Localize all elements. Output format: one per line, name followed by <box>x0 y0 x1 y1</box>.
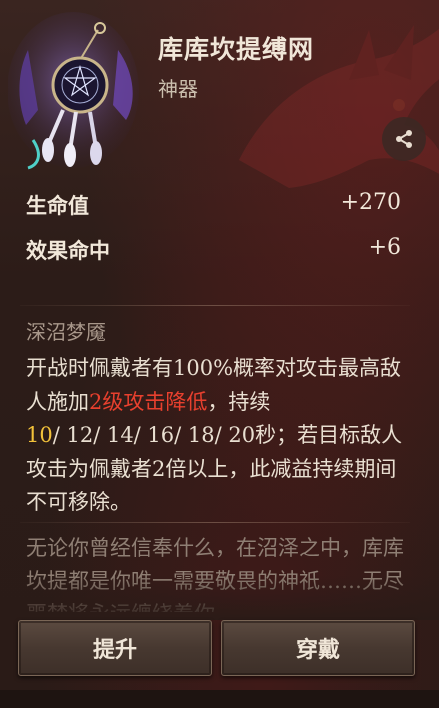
stat-label-effectiveness: 效果命中 <box>26 238 110 263</box>
share-button[interactable] <box>382 117 426 161</box>
divider <box>20 522 410 523</box>
bottom-edge <box>0 690 439 708</box>
dreamcatcher-icon <box>8 12 139 170</box>
artifact-info-panel: 库库坎提缚网 神器 生命值 +270 效果命中 +6 深沼梦魇 开战时佩戴者有1… <box>0 0 439 708</box>
artifact-name: 库库坎提缚网 <box>158 35 315 64</box>
skill-description: 开战时佩戴者有100%概率对攻击最高敌人施加2级攻击降低，持续 10/ 12/ 1… <box>26 352 411 520</box>
scroll-fade <box>0 575 439 620</box>
skill-current-level-value: 10 <box>26 423 53 447</box>
skill-desc-text: ，持续 <box>207 389 271 414</box>
stat-value-hp: +270 <box>340 190 401 215</box>
skill-name: 深沼梦魇 <box>26 320 106 344</box>
skill-level-values: / 12/ 14/ 16/ 18/ 20 <box>52 423 256 447</box>
stat-label-hp: 生命值 <box>26 193 89 218</box>
equip-button[interactable]: 穿戴 <box>221 620 415 676</box>
stat-value-effectiveness: +6 <box>368 235 401 260</box>
skill-desc-debuff: 2级攻击降低 <box>89 389 208 414</box>
divider <box>20 305 410 306</box>
artifact-type: 神器 <box>158 77 198 101</box>
share-icon <box>396 130 412 148</box>
upgrade-button[interactable]: 提升 <box>18 620 212 676</box>
